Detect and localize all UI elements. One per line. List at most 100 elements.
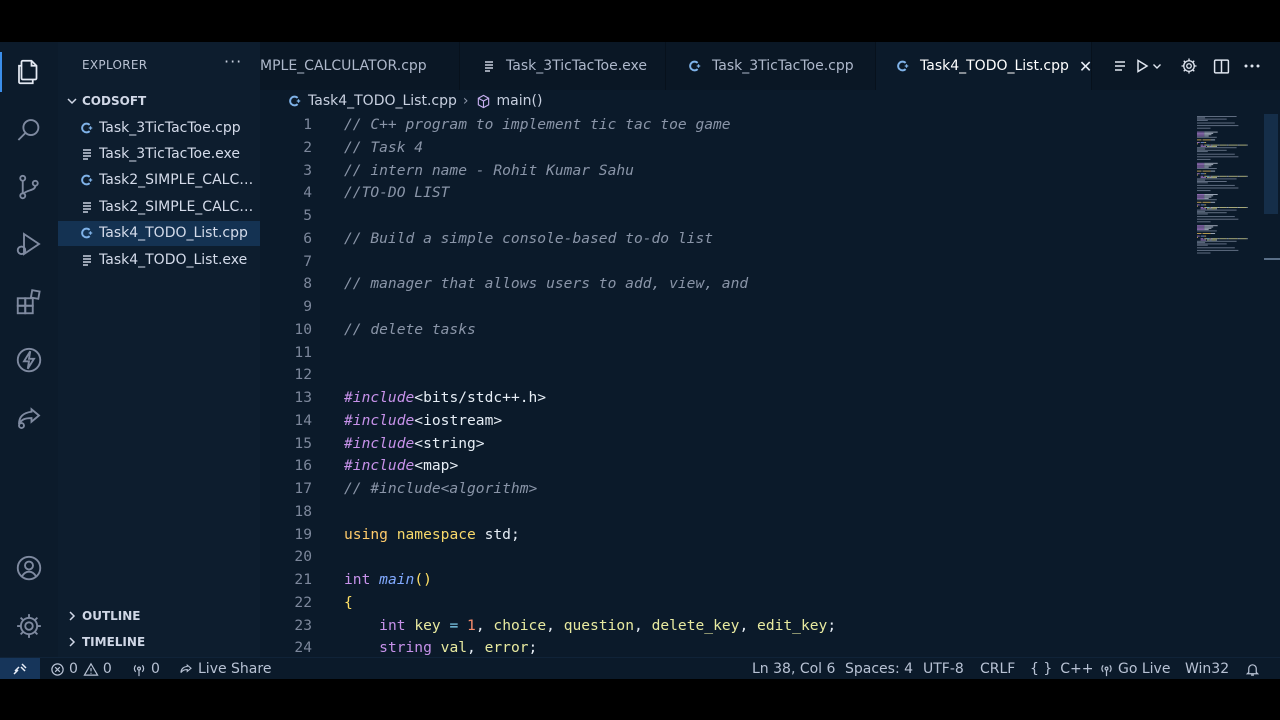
file-item[interactable]: Task4_TODO_List.cpp xyxy=(58,220,260,246)
platform-status[interactable]: Win32 xyxy=(1185,658,1229,679)
file-item[interactable]: Task2_SIMPLE_CALCULATOR.cpp xyxy=(58,168,260,193)
minimap-mark xyxy=(1209,238,1211,240)
minimap-mark xyxy=(1197,147,1237,149)
code-line: 24 string val, error; xyxy=(260,637,1190,657)
breadcrumb-symbol[interactable]: main() xyxy=(497,93,543,109)
remote-indicator-icon[interactable] xyxy=(0,658,40,679)
minimap-mark xyxy=(1210,201,1216,203)
extensions-icon[interactable] xyxy=(0,274,58,330)
ports-status[interactable]: 0 xyxy=(131,658,160,679)
code-token: namespace xyxy=(396,525,476,543)
minimap-mark xyxy=(1197,153,1235,155)
code-token: int xyxy=(344,571,371,588)
minimap-mark xyxy=(1204,142,1207,143)
problems-status[interactable]: 0 0 xyxy=(50,658,112,679)
minimap-mark xyxy=(1197,216,1235,218)
code-editor[interactable]: 1 // C++ program to implement tic tac toe… xyxy=(260,114,1280,657)
minimap-mark xyxy=(1211,208,1216,210)
activity-bar xyxy=(0,42,58,657)
editor-tab[interactable]: Task4_TODO_List.cpp ✕ xyxy=(876,42,1092,90)
language-status[interactable]: { } C++ xyxy=(1030,658,1094,679)
code-line: 12 xyxy=(260,364,1190,386)
split-editor-icon[interactable] xyxy=(1209,54,1233,78)
file-item[interactable]: Task4_TODO_List.exe xyxy=(58,247,260,272)
minimap-mark xyxy=(1217,144,1220,146)
minimap-mark xyxy=(1204,166,1209,168)
run-debug-icon[interactable] xyxy=(0,216,58,272)
code-token: // delete tasks xyxy=(344,320,476,338)
file-item[interactable]: Task_3TicTacToe.exe xyxy=(58,141,260,166)
run-dropdown-chevron-icon[interactable] xyxy=(1150,54,1164,78)
minimap-mark xyxy=(1197,233,1202,234)
code-text: int main() xyxy=(344,569,432,591)
cursor-position[interactable]: Ln 38, Col 6 xyxy=(752,658,835,679)
minimap-mark xyxy=(1210,238,1213,240)
minimap[interactable] xyxy=(1195,114,1265,254)
minimap-mark xyxy=(1202,201,1211,203)
go-live-status[interactable]: Go Live xyxy=(1099,658,1170,679)
breadcrumb-file[interactable]: Task4_TODO_List.cpp xyxy=(308,93,457,109)
manage-gear-icon[interactable] xyxy=(0,598,58,654)
code-token: error xyxy=(484,639,529,657)
minimap-mark xyxy=(1204,165,1212,167)
minimap-mark xyxy=(1204,175,1207,177)
editor-tab[interactable]: Task_3TicTacToe.exe xyxy=(460,42,666,90)
code-token: //TO-DO LIST xyxy=(344,184,450,202)
minimap-mark xyxy=(1228,238,1238,240)
editor-tab[interactable]: Task_3TicTacToe.cpp xyxy=(666,42,876,90)
file-name: Task4_TODO_List.exe xyxy=(99,251,248,268)
encoding-status[interactable]: UTF-8 xyxy=(923,658,964,679)
live-share-status[interactable]: Live Share xyxy=(178,658,271,679)
explorer-icon[interactable] xyxy=(0,44,58,100)
notifications-bell-icon[interactable] xyxy=(1245,658,1264,679)
code-line: 16 #include<map> xyxy=(260,455,1190,477)
minimap-mark xyxy=(1204,238,1207,240)
file-item[interactable]: Task_3TicTacToe.cpp xyxy=(58,115,260,140)
minimap-mark xyxy=(1219,144,1227,146)
minimap-mark xyxy=(1200,239,1206,241)
timeline-section[interactable]: TIMELINE xyxy=(64,631,145,653)
accounts-icon[interactable] xyxy=(0,540,58,596)
code-token: // C++ program to implement tic tac toe … xyxy=(344,116,731,133)
code-token: <iostream> xyxy=(414,411,503,429)
minimap-mark xyxy=(1197,132,1205,134)
line-number: 17 xyxy=(294,480,312,497)
live-share-icon[interactable] xyxy=(0,390,58,446)
eol-status[interactable]: CRLF xyxy=(980,658,1015,679)
minimap-mark xyxy=(1239,238,1247,240)
code-text: using namespace std; xyxy=(344,524,520,546)
source-control-icon[interactable] xyxy=(0,159,58,215)
more-actions-icon[interactable]: ··· xyxy=(224,52,242,71)
editor-more-icon[interactable] xyxy=(1240,54,1264,78)
minimap-mark xyxy=(1204,197,1209,199)
minimap-mark xyxy=(1237,175,1240,177)
close-icon[interactable]: ✕ xyxy=(1079,57,1091,76)
line-number: 9 xyxy=(303,298,312,315)
minimap-mark xyxy=(1197,209,1237,211)
outline-section[interactable]: OUTLINE xyxy=(64,605,140,627)
thunder-client-icon[interactable] xyxy=(0,332,58,388)
search-icon[interactable] xyxy=(0,102,58,158)
file-name: Task_3TicTacToe.exe xyxy=(99,145,240,162)
code-text: int key = 1, choice, question, delete_ke… xyxy=(344,615,836,637)
code-token: delete_key xyxy=(651,616,740,634)
line-number: 3 xyxy=(303,161,312,179)
minimap-mark xyxy=(1197,205,1198,207)
vertical-scrollbar[interactable] xyxy=(1264,114,1278,214)
indentation-status[interactable]: Spaces: 4 xyxy=(845,658,913,679)
minimap-mark xyxy=(1204,207,1207,208)
minimap-mark xyxy=(1200,142,1205,143)
exe-icon xyxy=(78,145,96,163)
minimap-mark xyxy=(1228,144,1238,146)
outline-list-icon[interactable] xyxy=(1108,54,1132,78)
file-item[interactable]: Task2_SIMPLE_CALCULATOR.exe xyxy=(58,194,260,219)
minimap-mark xyxy=(1197,119,1208,121)
minimap-mark xyxy=(1204,204,1207,206)
folder-codsoft[interactable]: CODSOFT xyxy=(64,90,146,112)
minimap-mark xyxy=(1197,162,1205,164)
minimap-mark xyxy=(1200,173,1205,175)
code-token: main xyxy=(379,571,415,588)
editor-tab[interactable]: MPLE_CALCULATOR.cpp xyxy=(260,42,460,90)
settings-gear-icon[interactable] xyxy=(1177,54,1201,78)
